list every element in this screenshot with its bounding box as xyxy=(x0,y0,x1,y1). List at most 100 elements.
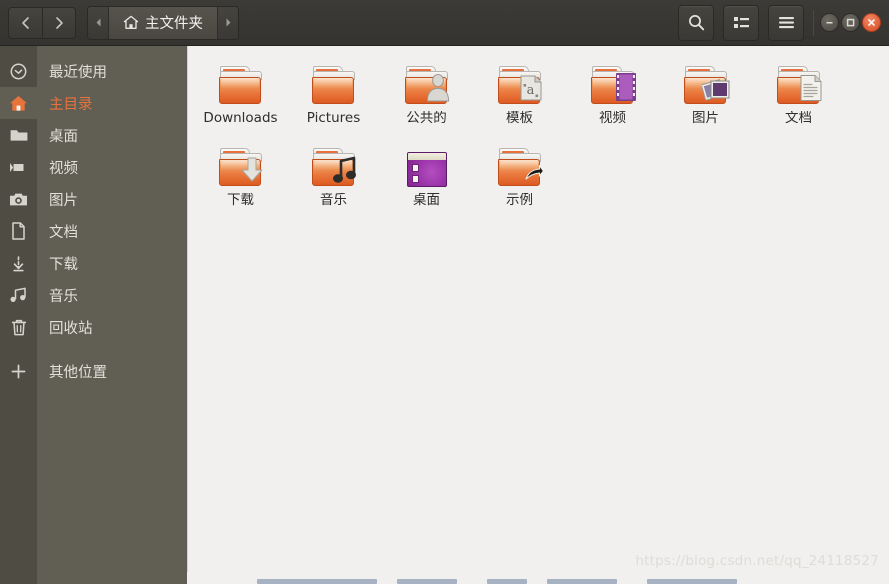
window-controls xyxy=(820,13,881,32)
file-item-label: Downloads xyxy=(203,111,278,126)
sidebar-item-最近使用[interactable]: 最近使用 xyxy=(37,55,187,87)
file-item[interactable]: 示例 xyxy=(473,137,566,219)
folder-plain-icon xyxy=(216,60,266,106)
triangle-left-icon xyxy=(96,18,100,27)
file-item[interactable]: 下载 xyxy=(194,137,287,219)
maximize-button[interactable] xyxy=(841,13,860,32)
sliver-sidebar-icons xyxy=(0,572,37,584)
desktop-icon-square xyxy=(411,175,419,183)
back-button[interactable] xyxy=(9,7,42,38)
sidebar-item-回收站[interactable]: 回收站 xyxy=(37,311,187,343)
sidebar-item-下载[interactable]: 下载 xyxy=(37,247,187,279)
text-document-emblem-icon xyxy=(800,75,821,101)
folder-emblem xyxy=(239,157,265,188)
file-list-view[interactable]: Downloads Pictures 公共的 a 模板 视频 图片 文档下载 音乐 桌面 示例 ht… xyxy=(187,46,889,584)
file-item[interactable]: Pictures xyxy=(287,55,380,137)
minimize-icon xyxy=(826,22,833,24)
file-icon-grid: Downloads Pictures 公共的 a 模板 视频 图片 文档下载 音乐 桌面 示例 xyxy=(188,46,889,219)
breadcrumb: 主文件夹 xyxy=(87,5,239,40)
sidebar-item-label: 桌面 xyxy=(49,128,78,145)
folder-icon-body xyxy=(776,66,822,106)
folder-icon-body: a xyxy=(497,66,543,106)
minimize-button[interactable] xyxy=(820,13,839,32)
sidebar-item-文档[interactable]: 文档 xyxy=(37,215,187,247)
symlink-arrow-emblem-icon xyxy=(524,164,544,180)
plus-icon[interactable] xyxy=(0,355,37,387)
search-icon xyxy=(688,15,704,31)
file-item[interactable]: 桌面 xyxy=(380,137,473,219)
download-arrow-emblem-icon xyxy=(241,157,262,182)
folder-emblem xyxy=(615,72,637,106)
folder-icon-body xyxy=(218,148,264,188)
search-button[interactable] xyxy=(678,4,714,41)
video-camera-icon[interactable] xyxy=(0,151,37,183)
file-item[interactable]: Downloads xyxy=(194,55,287,137)
sidebar: 最近使用主目录桌面视频图片文档下载音乐回收站其他位置 xyxy=(0,46,187,584)
folder-emblem xyxy=(799,74,823,106)
view-toggle-button[interactable] xyxy=(723,4,759,41)
folder-icon-body xyxy=(218,66,264,106)
svg-text:a: a xyxy=(526,83,534,98)
main-menu-button[interactable] xyxy=(768,4,804,41)
folder-pictures-icon xyxy=(681,60,731,106)
folder-icon-body xyxy=(497,148,544,188)
header-bar: 主文件夹 xyxy=(0,0,889,46)
sidebar-item-视频[interactable]: 视频 xyxy=(37,151,187,183)
folder-plain-icon xyxy=(309,60,359,106)
home-icon[interactable] xyxy=(0,87,37,119)
header-separator xyxy=(813,9,814,36)
path-scroll-left-button[interactable] xyxy=(88,6,108,39)
forward-button[interactable] xyxy=(42,7,75,38)
hamburger-menu-icon xyxy=(778,17,794,29)
file-item-label: 下载 xyxy=(227,193,254,208)
clock-icon[interactable] xyxy=(0,55,37,87)
nautilus-file-manager-window: 主文件夹 最近使用 主目录 桌面 视频 图片 文档 下载 音乐 回收站 其他位置… xyxy=(0,0,889,584)
file-item[interactable]: 文档 xyxy=(752,55,845,137)
folder-emblem: a xyxy=(518,74,544,106)
watermark-text: https://blog.csdn.net/qq_24118527 xyxy=(635,553,879,569)
home-icon xyxy=(123,15,139,29)
file-item-label: 公共的 xyxy=(406,111,447,126)
sidebar-item-其他位置[interactable]: 其他位置 xyxy=(37,355,187,387)
music-note-emblem-icon xyxy=(332,156,356,183)
camera-icon[interactable] xyxy=(0,183,37,215)
folder-icon-body xyxy=(311,148,357,188)
person-emblem-icon xyxy=(426,74,449,102)
background-text-line xyxy=(487,579,527,584)
folder-icon-body xyxy=(683,66,729,106)
sidebar-item-label: 主目录 xyxy=(49,96,93,113)
path-scroll-right-button[interactable] xyxy=(218,6,238,39)
sidebar-item-label: 图片 xyxy=(49,192,78,209)
trash-icon[interactable] xyxy=(0,311,37,343)
folder-gloss xyxy=(220,79,259,88)
file-item[interactable]: 音乐 xyxy=(287,137,380,219)
file-item[interactable]: 图片 xyxy=(659,55,752,137)
background-text-line xyxy=(647,579,737,584)
sidebar-item-图片[interactable]: 图片 xyxy=(37,183,187,215)
music-note-icon[interactable] xyxy=(0,279,37,311)
file-item[interactable]: a 模板 xyxy=(473,55,566,137)
download-icon[interactable] xyxy=(0,247,37,279)
sidebar-item-label: 最近使用 xyxy=(49,64,107,81)
list-view-icon xyxy=(733,17,749,28)
document-icon[interactable] xyxy=(0,215,37,247)
navigation-button-group xyxy=(8,6,76,39)
sidebar-item-桌面[interactable]: 桌面 xyxy=(37,119,187,151)
sidebar-item-label: 音乐 xyxy=(49,288,78,305)
background-text-line xyxy=(257,579,377,584)
sidebar-item-主目录[interactable]: 主目录 xyxy=(37,87,187,119)
file-item[interactable]: 公共的 xyxy=(380,55,473,137)
sidebar-item-label: 下载 xyxy=(49,256,78,273)
folder-icon[interactable] xyxy=(0,119,37,151)
close-button[interactable] xyxy=(862,13,881,32)
sidebar-item-label: 视频 xyxy=(49,160,78,177)
breadcrumb-item-home[interactable]: 主文件夹 xyxy=(108,6,218,39)
file-item-label: 桌面 xyxy=(413,193,440,208)
file-item-label: 示例 xyxy=(506,193,533,208)
sidebar-item-音乐[interactable]: 音乐 xyxy=(37,279,187,311)
sidebar-item-label: 其他位置 xyxy=(49,364,107,381)
sliver-sidebar-labels xyxy=(37,572,187,584)
file-item[interactable]: 视频 xyxy=(566,55,659,137)
folder-icon-body xyxy=(404,66,450,106)
film-strip-emblem-icon xyxy=(615,73,636,101)
